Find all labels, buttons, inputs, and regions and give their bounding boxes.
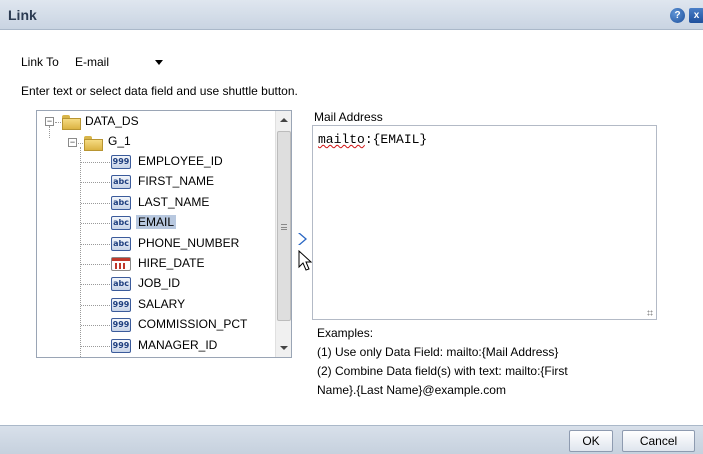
tree-field-job-id[interactable]: abc JOB_ID [37,275,275,293]
mail-address-label: Mail Address [314,110,383,124]
tree-connector [81,284,110,285]
tree-field-label: LAST_NAME [138,195,210,209]
tree-field-employee-id[interactable]: 999 EMPLOYEE_ID [37,153,275,171]
tree-field-label: EMAIL [136,215,177,229]
folder-icon [84,136,103,151]
collapse-toggle-icon[interactable]: − [45,117,54,126]
tree-field-label: PHONE_NUMBER [138,236,240,250]
mail-address-textarea[interactable]: mailto:{EMAIL} [312,125,657,320]
tree-connector [78,143,83,144]
text-field-icon: abc [111,175,131,189]
close-icon[interactable]: x [689,8,703,23]
resize-grip-icon[interactable] [647,310,653,316]
example-line: (1) Use only Data Field: mailto:{Mail Ad… [317,345,559,359]
tree-field-commission-pct[interactable]: 999 COMMISSION_PCT [37,316,275,334]
tree-field-label: MANAGER_ID [138,338,218,352]
link-to-select[interactable]: E-mail [72,52,168,71]
scroll-up-arrow-icon[interactable] [280,118,288,122]
folder-icon [62,115,81,130]
tree-connector [81,162,110,163]
dialog-title: Link [8,7,37,23]
text-field-icon: abc [111,277,131,291]
tree-field-label: JOB_ID [138,276,181,290]
number-field-icon: 999 [111,155,131,169]
tree-field-label: COMMISSION_PCT [138,317,248,331]
dialog-footer: OK Cancel [0,425,703,454]
examples-heading: Examples: [317,326,374,340]
tree-node-label: G_1 [108,134,131,148]
tree-field-salary[interactable]: 999 SALARY [37,296,275,314]
number-field-icon: 999 [111,298,131,312]
chevron-right-icon[interactable] [297,232,307,246]
text-field-icon: abc [111,237,131,251]
dropdown-arrow-icon [155,60,163,65]
tree-connector [81,244,110,245]
tree-node-g1[interactable]: − G_1 [37,133,275,151]
tree-connector [81,325,110,326]
tree-connector [55,122,61,123]
date-field-icon [111,257,131,271]
scroll-down-arrow-icon[interactable] [280,346,288,350]
help-icon[interactable]: ? [670,8,685,23]
tree-field-phone-number[interactable]: abc PHONE_NUMBER [37,235,275,253]
tree-field-first-name[interactable]: abc FIRST_NAME [37,173,275,191]
tree-connector [81,182,110,183]
mail-address-field-token: :{EMAIL} [364,132,428,147]
tree-connector [81,264,110,265]
tree-field-last-name[interactable]: abc LAST_NAME [37,194,275,212]
text-field-icon: abc [111,196,131,210]
spellcheck-underlined-text: mailto [318,132,365,147]
tree-field-hire-date[interactable]: HIRE_DATE [37,255,275,273]
text-field-icon: abc [111,216,131,230]
data-field-tree[interactable]: − DATA_DS − G_1 999 EMPLOYEE_IDabc FIRST_N… [36,110,292,358]
example-line: Name}.{Last Name}@example.com [317,383,506,397]
link-to-selected-value: E-mail [75,55,110,69]
tree-connector [81,203,110,204]
tree-connector [81,305,110,306]
tree-node-data-ds[interactable]: − DATA_DS [37,113,275,131]
example-line: (2) Combine Data field(s) with text: mai… [317,364,568,378]
tree-connector [81,346,110,347]
cancel-button[interactable]: Cancel [622,430,695,452]
examples-block: Examples: (1) Use only Data Field: mailt… [317,324,568,400]
mail-address-value: mailto:{EMAIL} [318,132,427,147]
collapse-toggle-icon[interactable]: − [68,138,77,147]
tree-scrollbar[interactable] [275,111,291,357]
ok-button[interactable]: OK [569,430,613,452]
grip-icon [281,224,287,230]
scrollbar-thumb[interactable] [277,131,291,321]
tree-field-label: HIRE_DATE [138,256,205,270]
tree-field-manager-id[interactable]: 999 MANAGER_ID [37,337,275,355]
tree-field-label: FIRST_NAME [138,174,215,188]
link-to-label: Link To [21,55,59,69]
tree-node-label: DATA_DS [85,114,139,128]
dialog-title-bar: Link ? x [0,0,703,30]
instructions-text: Enter text or select data field and use … [21,84,298,98]
tree-field-label: EMPLOYEE_ID [138,154,223,168]
number-field-icon: 999 [111,318,131,332]
tree-field-email[interactable]: abc EMAIL [37,214,275,232]
tree-connector [81,223,110,224]
number-field-icon: 999 [111,339,131,353]
tree-field-label: SALARY [138,297,186,311]
